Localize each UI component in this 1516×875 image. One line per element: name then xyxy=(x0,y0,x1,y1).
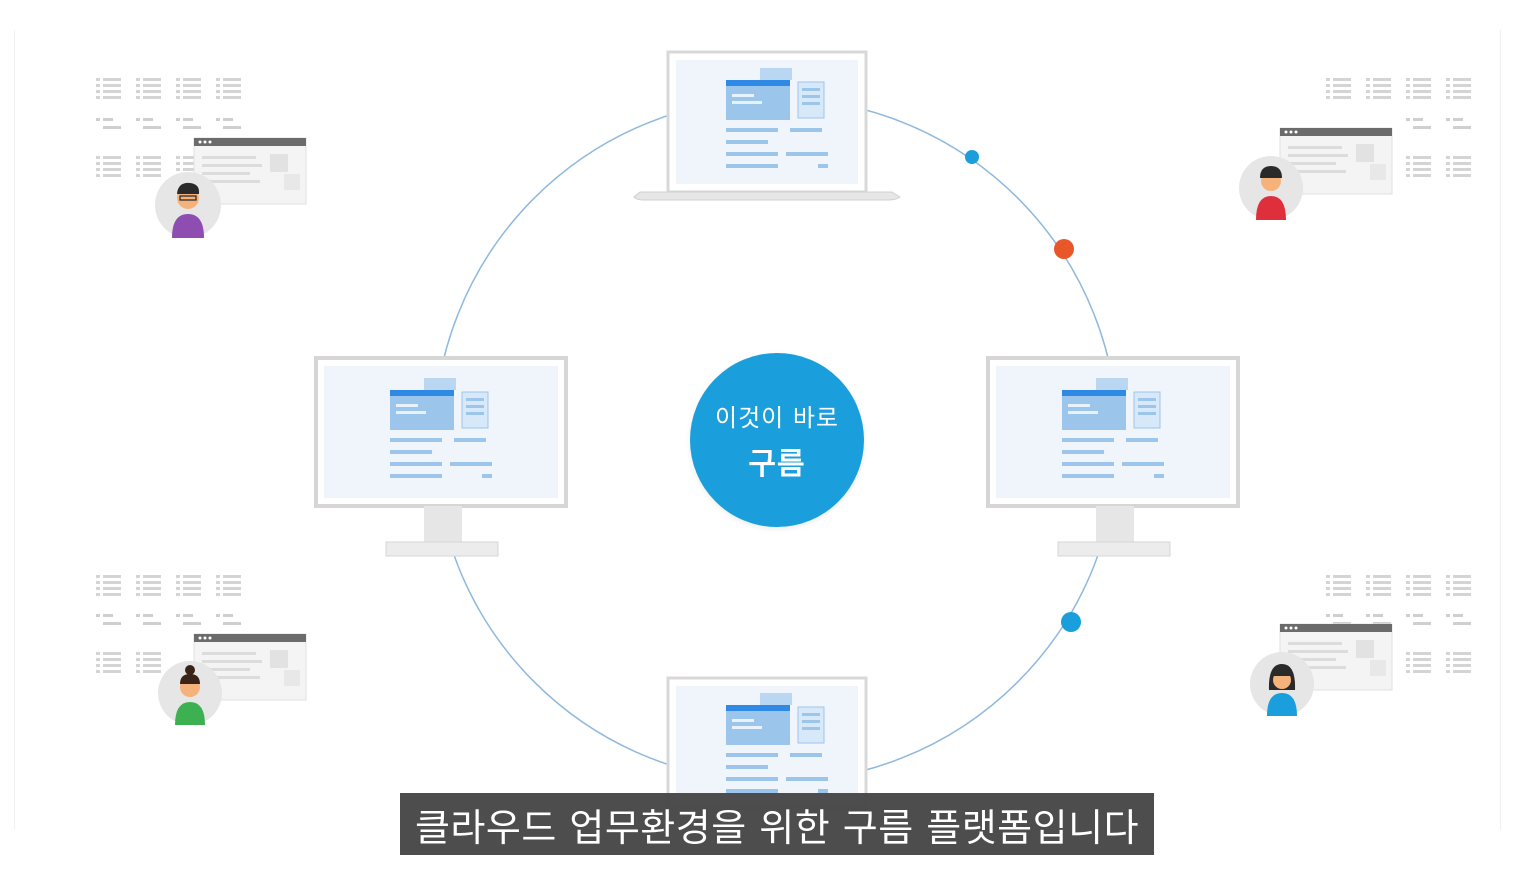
network-dot xyxy=(965,150,979,164)
illustration-stage: 이것이 바로 구름 클라우드 업무환경을 위한 구름 플랫폼입니다 xyxy=(0,0,1516,875)
center-brand-name: 구름 xyxy=(748,446,806,482)
network-dot xyxy=(1054,239,1074,259)
video-subtitle: 클라우드 업무환경을 위한 구름 플랫폼입니다 xyxy=(400,793,1154,855)
user-avatar-icon xyxy=(1250,652,1314,716)
user-avatar-icon xyxy=(1239,156,1303,220)
center-tagline: 이것이 바로 xyxy=(714,403,840,432)
desktop-monitor-icon xyxy=(314,356,568,557)
user-avatar-icon xyxy=(155,172,221,238)
laptop-icon xyxy=(666,676,868,810)
laptop-icon xyxy=(633,50,901,201)
center-brand-badge: 이것이 바로 구름 xyxy=(690,353,864,527)
network-dot xyxy=(1061,612,1081,632)
desktop-monitor-icon xyxy=(986,356,1240,557)
user-avatar-icon xyxy=(158,661,222,725)
